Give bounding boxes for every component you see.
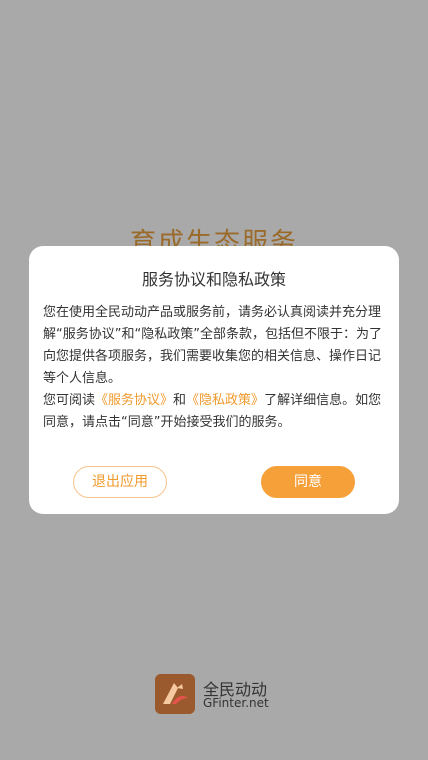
service-agreement-link[interactable]: 《服务协议》 bbox=[95, 393, 173, 408]
privacy-dialog: 服务协议和隐私政策 您在使用全民动动产品或服务前，请务必认真阅读并充分理解“服务… bbox=[29, 246, 399, 514]
p2-prefix: 您可阅读 bbox=[43, 393, 96, 408]
dialog-title: 服务协议和隐私政策 bbox=[141, 270, 286, 289]
agree-button[interactable]: 同意 bbox=[261, 466, 355, 498]
app-logo-icon bbox=[155, 674, 195, 714]
p2-and: 和 bbox=[173, 393, 187, 408]
brand-url: GFinter.net bbox=[203, 696, 269, 710]
exit-app-button[interactable]: 退出应用 bbox=[73, 466, 167, 498]
dialog-body: 您在使用全民动动产品或服务前，请务必认真阅读并充分理解“服务协议”和“隐私政策”… bbox=[43, 302, 385, 434]
dialog-paragraph-2: 您可阅读《服务协议》和《隐私政策》了解详细信息。如您同意，请点击“同意”开始接受… bbox=[43, 390, 385, 434]
privacy-policy-link[interactable]: 《隐私政策》 bbox=[186, 393, 264, 408]
dialog-paragraph-1: 您在使用全民动动产品或服务前，请务必认真阅读并充分理解“服务协议”和“隐私政策”… bbox=[43, 305, 382, 386]
